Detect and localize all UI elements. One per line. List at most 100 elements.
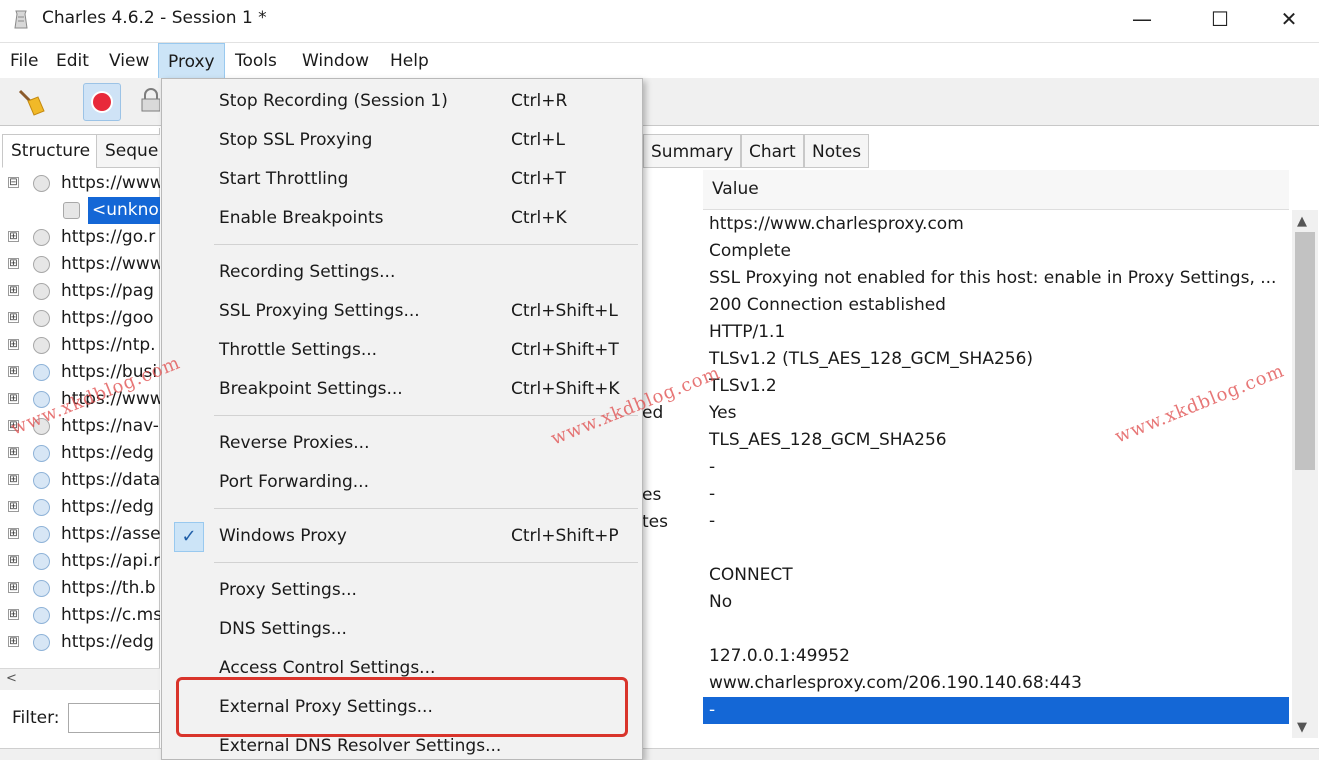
menu-item-dns-settings[interactable]: DNS Settings... xyxy=(162,610,642,649)
tree-row-label: https://c.ms xyxy=(61,605,160,625)
globe-icon xyxy=(33,310,50,327)
value-column-header[interactable]: Value xyxy=(703,170,1289,210)
menu-file[interactable]: File xyxy=(1,43,47,79)
menu-item-breakpoint-settings[interactable]: Breakpoint Settings... Ctrl+Shift+K xyxy=(162,370,642,409)
tab-notes[interactable]: Notes xyxy=(804,134,870,168)
tree-row-label: https://nav- xyxy=(61,416,159,436)
value-row: CONNECT xyxy=(709,565,793,585)
minimize-button[interactable]: — xyxy=(1112,0,1172,38)
tree-row-label: https://data xyxy=(61,470,160,490)
menu-edit[interactable]: Edit xyxy=(47,43,98,79)
globe-icon xyxy=(33,283,50,300)
tree-row-host[interactable]: ⊞ https://edg xyxy=(0,629,160,656)
tree-row-host[interactable]: ⊞ https://asse xyxy=(0,521,160,548)
tab-summary[interactable]: Summary xyxy=(643,134,742,168)
expand-icon[interactable]: ⊞ xyxy=(8,582,19,593)
tree-row-host[interactable]: ⊞ https://edg xyxy=(0,440,160,467)
menu-window[interactable]: Window xyxy=(293,43,378,79)
tree-row-host[interactable]: ⊟ https://www xyxy=(0,170,160,197)
close-button[interactable]: ✕ xyxy=(1259,0,1319,38)
tree-row-host[interactable]: ⊞ https://api.r xyxy=(0,548,160,575)
expand-icon[interactable]: ⊞ xyxy=(8,285,19,296)
menu-item-stop-recording[interactable]: Stop Recording (Session 1) Ctrl+R xyxy=(162,82,642,121)
menu-tools[interactable]: Tools xyxy=(226,43,286,79)
tree-row-selected[interactable]: <unkno xyxy=(0,197,160,224)
lock-toolbar-button[interactable] xyxy=(138,83,160,121)
expand-icon[interactable]: ⊞ xyxy=(8,501,19,512)
expand-icon[interactable]: ⊞ xyxy=(8,528,19,539)
menu-item-stop-ssl-proxying[interactable]: Stop SSL Proxying Ctrl+L xyxy=(162,121,642,160)
menu-view[interactable]: View xyxy=(100,43,158,79)
expand-icon[interactable]: ⊞ xyxy=(8,312,19,323)
globe-icon xyxy=(33,364,50,381)
tree-row-host[interactable]: ⊞ https://goo xyxy=(0,305,160,332)
key-fragment: es xyxy=(642,485,662,505)
menu-item-label: Recording Settings... xyxy=(219,262,396,282)
menu-item-start-throttling[interactable]: Start Throttling Ctrl+T xyxy=(162,160,642,199)
menu-item-label: Stop Recording (Session 1) xyxy=(219,91,448,111)
tree-row-label: https://api.r xyxy=(61,551,160,571)
scrollbar-thumb[interactable] xyxy=(1295,232,1315,470)
menu-item-throttle-settings[interactable]: Throttle Settings... Ctrl+Shift+T xyxy=(162,331,642,370)
broom-icon xyxy=(18,89,45,116)
menu-proxy[interactable]: Proxy xyxy=(158,43,225,79)
menu-item-label: Reverse Proxies... xyxy=(219,433,370,453)
value-row: - xyxy=(709,700,716,720)
menu-item-shortcut: Ctrl+K xyxy=(511,208,567,228)
tree-row-label: https://pag xyxy=(61,281,154,301)
expand-icon[interactable]: ⊞ xyxy=(8,609,19,620)
record-button[interactable] xyxy=(83,83,121,121)
expand-icon[interactable]: ⊞ xyxy=(8,555,19,566)
scroll-down-icon[interactable]: ▼ xyxy=(1297,720,1307,735)
tree-row-host[interactable]: ⊞ https://www xyxy=(0,251,160,278)
scroll-left-icon[interactable]: < xyxy=(6,671,17,686)
filter-input[interactable] xyxy=(68,703,160,733)
tab-structure[interactable]: Structure xyxy=(2,134,100,168)
tree-row-host[interactable]: ⊞ https://data xyxy=(0,467,160,494)
maximize-button[interactable]: ☐ xyxy=(1190,0,1250,38)
menu-item-label: Stop SSL Proxying xyxy=(219,130,373,150)
tree-row-host[interactable]: ⊞ https://th.b xyxy=(0,575,160,602)
menu-item-label: Throttle Settings... xyxy=(219,340,378,360)
value-row: SSL Proxying not enabled for this host: … xyxy=(709,268,1277,288)
value-row: Yes xyxy=(709,403,737,423)
tree-row-host[interactable]: ⊞ https://go.r xyxy=(0,224,160,251)
menu-item-shortcut: Ctrl+Shift+T xyxy=(511,340,619,360)
globe-icon xyxy=(33,229,50,246)
globe-icon xyxy=(33,526,50,543)
tab-sequence[interactable]: Seque xyxy=(96,134,160,168)
tree-row-host[interactable]: ⊞ https://edg xyxy=(0,494,160,521)
globe-icon xyxy=(33,175,50,192)
scroll-up-icon[interactable]: ▲ xyxy=(1297,214,1307,229)
expand-icon[interactable]: ⊞ xyxy=(8,636,19,647)
expand-icon[interactable]: ⊞ xyxy=(8,339,19,350)
clear-session-button[interactable] xyxy=(12,83,50,121)
menu-bar: File Edit View Proxy Tools Window Help xyxy=(0,42,1319,79)
menu-item-shortcut: Ctrl+T xyxy=(511,169,566,189)
menu-item-port-forwarding[interactable]: Port Forwarding... xyxy=(162,463,642,502)
tree-row-host[interactable]: ⊞ https://pag xyxy=(0,278,160,305)
expand-icon[interactable]: ⊞ xyxy=(8,393,19,404)
expand-icon[interactable]: ⊞ xyxy=(8,474,19,485)
menu-help[interactable]: Help xyxy=(381,43,438,79)
collapse-icon[interactable]: ⊟ xyxy=(8,177,19,188)
tab-chart[interactable]: Chart xyxy=(741,134,804,168)
expand-icon[interactable]: ⊞ xyxy=(8,231,19,242)
menu-item-shortcut: Ctrl+R xyxy=(511,91,568,111)
tree-row-host[interactable]: ⊞ https://c.ms xyxy=(0,602,160,629)
tree-row-host[interactable]: ⊞ https://ntp. xyxy=(0,332,160,359)
menu-item-enable-breakpoints[interactable]: Enable Breakpoints Ctrl+K xyxy=(162,199,642,238)
expand-icon[interactable]: ⊞ xyxy=(8,258,19,269)
value-row: - xyxy=(709,484,716,504)
expand-icon[interactable]: ⊞ xyxy=(8,447,19,458)
menu-item-ssl-proxying-settings[interactable]: SSL Proxying Settings... Ctrl+Shift+L xyxy=(162,292,642,331)
menu-item-recording-settings[interactable]: Recording Settings... xyxy=(162,253,642,292)
menu-item-shortcut: Ctrl+L xyxy=(511,130,565,150)
selected-value-row[interactable] xyxy=(703,697,1289,724)
window-title: Charles 4.6.2 - Session 1 * xyxy=(42,8,267,28)
expand-icon[interactable]: ⊞ xyxy=(8,366,19,377)
menu-item-proxy-settings[interactable]: Proxy Settings... xyxy=(162,571,642,610)
menu-item-windows-proxy[interactable]: ✓ Windows Proxy Ctrl+Shift+P xyxy=(162,517,642,556)
horizontal-scrollbar[interactable]: < xyxy=(0,668,160,690)
menu-item-label: Start Throttling xyxy=(219,169,349,189)
